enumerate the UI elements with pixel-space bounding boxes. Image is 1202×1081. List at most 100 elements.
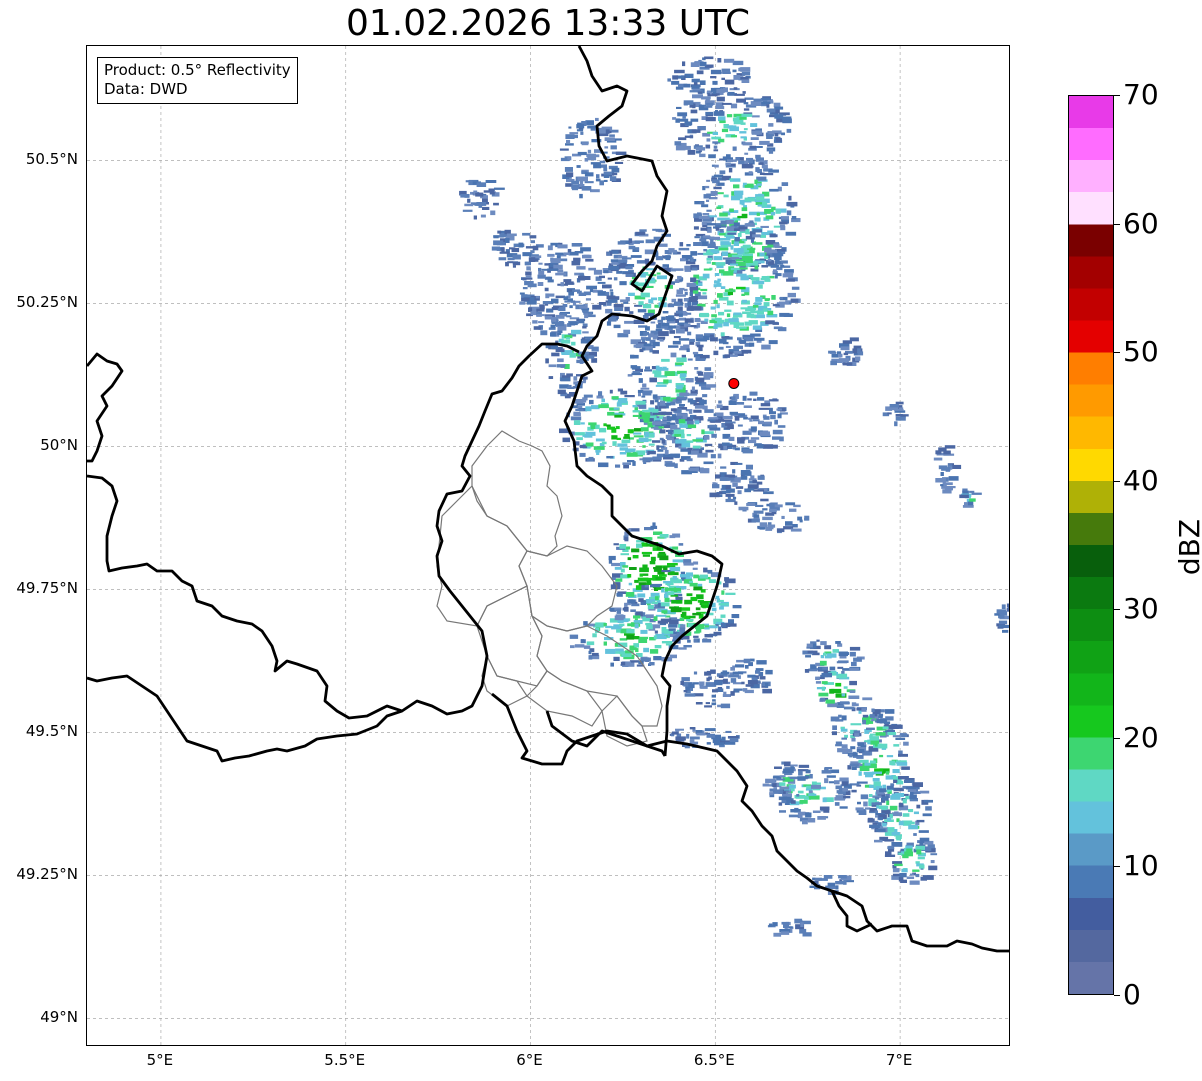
radar-echo-pixel	[512, 265, 516, 268]
radar-echo-pixel	[750, 101, 762, 106]
radar-echo-pixel	[725, 493, 735, 497]
radar-echo-pixel	[683, 100, 694, 105]
radar-echo-pixel	[756, 444, 764, 449]
radar-echo-pixel	[603, 179, 608, 182]
radar-echo-pixel	[576, 165, 581, 168]
radar-echo-pixel	[585, 406, 592, 412]
radar-echo-pixel	[748, 439, 757, 444]
radar-echo-pixel	[522, 277, 533, 280]
radar-echo-pixel	[547, 253, 555, 257]
radar-echo-pixel	[730, 667, 735, 671]
radar-echo-pixel	[650, 556, 656, 561]
radar-echo-pixel	[713, 631, 722, 636]
radar-echo-pixel	[585, 442, 594, 447]
radar-echo-pixel	[675, 362, 684, 366]
radar-echo-pixel	[641, 395, 646, 398]
radar-echo-pixel	[638, 378, 643, 383]
radar-echo-pixel	[676, 106, 682, 109]
radar-echo-pixel	[587, 125, 597, 129]
radar-echo-pixel	[826, 653, 837, 658]
radar-echo-pixel	[765, 778, 776, 784]
radar-echo-pixel	[613, 277, 618, 281]
radar-echo-pixel	[682, 61, 686, 67]
radar-echo-pixel	[693, 671, 698, 675]
radar-echo-pixel	[742, 182, 747, 185]
radar-echo-pixel	[703, 252, 714, 256]
radar-echo-pixel	[639, 229, 647, 232]
radar-echo-pixel	[642, 390, 652, 396]
radar-echo-pixel	[871, 708, 875, 712]
radar-echo-pixel	[720, 332, 725, 337]
radar-echo-pixel	[667, 618, 671, 622]
radar-echo-pixel	[1001, 604, 1006, 609]
radar-echo-pixel	[634, 240, 644, 244]
radar-echo-pixel	[614, 566, 622, 570]
radar-echo-pixel	[855, 356, 861, 361]
radar-echo-pixel	[778, 802, 783, 806]
radar-echo-pixel	[908, 824, 918, 830]
radar-echo-pixel	[530, 240, 535, 244]
radar-echo-pixel	[638, 301, 644, 306]
radar-echo-pixel	[762, 516, 773, 521]
radar-echo-pixel	[890, 795, 901, 800]
radar-echo-pixel	[664, 371, 676, 376]
radar-echo-pixel	[776, 408, 782, 411]
radar-echo-pixel	[688, 467, 697, 472]
radar-echo-pixel	[678, 419, 686, 424]
radar-echo-pixel	[733, 248, 744, 253]
radar-echo-pixel	[971, 492, 982, 495]
radar-echo-pixel	[661, 411, 673, 416]
radar-echo-pixel	[754, 217, 761, 222]
radar-echo-pixel	[616, 259, 628, 263]
radar-echo-pixel	[944, 445, 956, 449]
radar-echo-pixel	[633, 620, 642, 623]
radar-echo-pixel	[728, 619, 734, 624]
radar-echo-pixel	[878, 817, 883, 821]
radar-echo-pixel	[741, 202, 745, 206]
radar-echo-pixel	[626, 629, 635, 634]
radar-echo-pixel	[512, 261, 521, 266]
radar-echo-pixel	[739, 267, 748, 270]
info-box: Product: 0.5° Reflectivity Data: DWD	[97, 57, 298, 104]
radar-echo-pixel	[624, 395, 635, 398]
radar-echo-pixel	[683, 562, 694, 566]
radar-echo-pixel	[807, 650, 818, 654]
colorbar-tick-mark	[1114, 352, 1120, 354]
radar-echo-pixel	[640, 292, 650, 298]
radar-echo-pixel	[894, 863, 903, 867]
radar-echo-pixel	[643, 304, 652, 309]
radar-echo-pixel	[555, 272, 566, 276]
radar-echo-pixel	[732, 605, 742, 609]
radar-echo-pixel	[729, 208, 734, 212]
map-frame[interactable]	[86, 45, 1010, 1046]
radar-echo-pixel	[865, 720, 869, 725]
radar-echo-pixel	[785, 231, 797, 236]
radar-echo-pixel	[551, 298, 559, 304]
radar-echo-pixel	[613, 656, 620, 661]
radar-echo-pixel	[723, 583, 729, 588]
radar-echo-pixel	[706, 742, 711, 745]
radar-echo-pixel	[702, 638, 712, 643]
radar-echo-pixel	[923, 799, 933, 803]
radar-echo-pixel	[898, 877, 904, 882]
radar-echo-pixel	[661, 641, 673, 644]
radar-echo-pixel	[588, 456, 594, 462]
radar-echo-pixel	[723, 87, 728, 93]
radar-echo-pixel	[689, 291, 693, 297]
radar-echo-pixel	[730, 678, 737, 683]
radar-echo-pixel	[727, 91, 735, 96]
radar-echo-pixel	[689, 727, 696, 730]
radar-echo-pixel	[766, 104, 770, 108]
radar-echo-pixel	[719, 606, 724, 610]
radar-echo-pixel	[676, 357, 687, 362]
radar-echo-pixel	[750, 426, 757, 432]
radar-echo-pixel	[617, 241, 626, 245]
radar-map[interactable]	[87, 46, 1010, 1046]
radar-echo-pixel	[885, 771, 890, 775]
radar-echo-pixel	[692, 567, 698, 570]
radar-echo-pixel	[837, 643, 843, 647]
radar-echo-pixel	[799, 519, 803, 523]
radar-echo-pixel	[743, 405, 752, 408]
radar-echo-pixel	[1002, 629, 1009, 633]
radar-echo-pixel	[616, 437, 621, 440]
